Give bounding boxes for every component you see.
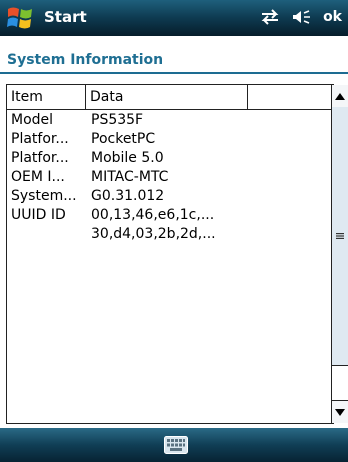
arrow-down-icon <box>335 408 345 416</box>
bottom-bar <box>0 428 348 462</box>
column-header-item[interactable]: Item <box>7 85 86 110</box>
ok-button[interactable]: ok <box>323 9 342 25</box>
cell-item: UUID ID <box>11 207 66 223</box>
cell-item: OEM I... <box>11 169 65 185</box>
scroll-track[interactable] <box>332 366 348 401</box>
cell-data: PS535F <box>91 112 144 128</box>
table-row[interactable]: 30,d4,03,2b,2d,... <box>7 225 333 244</box>
cell-data: Mobile 5.0 <box>91 150 164 166</box>
table-row[interactable]: Model PS535F <box>7 111 333 130</box>
volume-icon[interactable] <box>291 8 313 26</box>
cell-data: G0.31.012 <box>91 188 165 204</box>
table-row[interactable]: Platfor... PocketPC <box>7 130 333 149</box>
scroll-down-button[interactable] <box>332 400 348 423</box>
table-row[interactable]: OEM I... MITAC-MTC <box>7 168 333 187</box>
column-header-extra[interactable] <box>248 85 333 110</box>
table-row[interactable]: System... G0.31.012 <box>7 187 333 206</box>
start-label[interactable]: Start <box>44 8 87 26</box>
cell-item: Model <box>11 112 54 128</box>
cell-data: MITAC-MTC <box>91 169 169 185</box>
scroll-up-button[interactable] <box>332 85 348 108</box>
connectivity-icon[interactable] <box>259 9 281 25</box>
cell-item: System... <box>11 188 77 204</box>
table-row[interactable]: UUID ID 00,13,46,e6,1c,... <box>7 206 333 225</box>
cell-item: Platfor... <box>11 131 69 147</box>
title-bar: Start ok <box>0 0 348 36</box>
cell-data: PocketPC <box>91 131 156 147</box>
windows-start-icon[interactable] <box>6 5 34 31</box>
table-rows: Model PS535F Platfor... PocketPC Platfor… <box>7 111 333 244</box>
keyboard-icon[interactable] <box>164 436 188 454</box>
cell-data: 30,d4,03,2b,2d,... <box>91 226 216 242</box>
cell-item <box>7 225 86 244</box>
cell-item: Platfor... <box>11 150 69 166</box>
arrow-up-icon <box>335 92 345 100</box>
grip-icon <box>336 233 344 239</box>
status-icons: ok <box>259 8 342 26</box>
column-header-data[interactable]: Data <box>86 85 248 110</box>
info-table: Item Data Model PS535F Platfor... Pocket… <box>6 84 334 424</box>
table-row[interactable]: Platfor... Mobile 5.0 <box>7 149 333 168</box>
vertical-scrollbar[interactable] <box>331 85 348 423</box>
scroll-thumb[interactable] <box>332 107 348 366</box>
page-title: System Information <box>7 52 164 68</box>
page-header: System Information <box>0 36 348 74</box>
cell-data: 00,13,46,e6,1c,... <box>91 207 215 223</box>
